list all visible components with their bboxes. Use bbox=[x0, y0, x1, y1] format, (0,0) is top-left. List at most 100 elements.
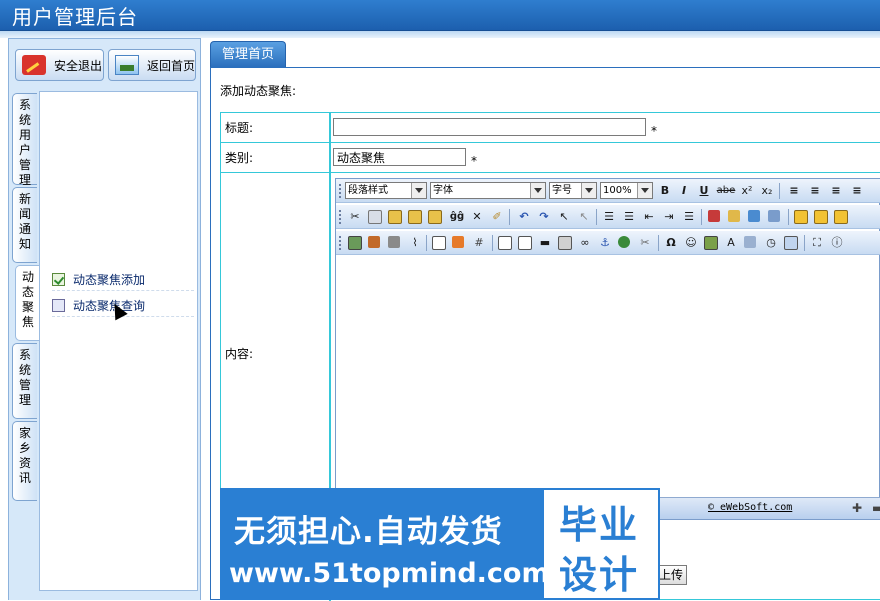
collapse-icon[interactable]: ▬ bbox=[872, 502, 880, 514]
home-button[interactable]: 返回首页 bbox=[108, 49, 196, 81]
tab-label: 系统管理 bbox=[18, 348, 31, 407]
align-left-icon[interactable]: ≡ bbox=[787, 183, 801, 198]
tab-dynamic-focus[interactable]: 动态聚焦 bbox=[15, 265, 40, 341]
paste-icon[interactable] bbox=[388, 210, 402, 224]
superscript-icon[interactable]: x² bbox=[740, 183, 754, 198]
toolbar-separator bbox=[804, 235, 805, 251]
logout-label: 安全退出 bbox=[54, 58, 103, 73]
rich-text-editor: 段落样式 字体 字号 100% B I U abe x² x₂ ≡ ≡ ≡ ≡ … bbox=[335, 178, 880, 520]
zoom-value: 100% bbox=[603, 185, 632, 196]
undo-icon[interactable]: ↶ bbox=[517, 209, 531, 224]
textbox-icon[interactable] bbox=[558, 236, 572, 250]
attachment-icon[interactable]: ⌇ bbox=[408, 235, 422, 250]
underline-icon[interactable]: U bbox=[697, 183, 711, 198]
cut-icon[interactable]: ✂ bbox=[348, 209, 362, 224]
add-icon bbox=[52, 272, 65, 286]
fullscreen-icon[interactable]: ⛶ bbox=[810, 235, 824, 250]
tab-admin-home[interactable]: 管理首页 bbox=[210, 41, 286, 67]
screenshot-icon[interactable] bbox=[784, 236, 798, 250]
tab-hometown-news[interactable]: 家乡资讯 bbox=[12, 421, 37, 501]
toolbar-separator bbox=[492, 235, 493, 251]
indent-icon[interactable]: ⇥ bbox=[662, 209, 676, 224]
zoom-select[interactable]: 100% bbox=[600, 182, 653, 199]
link-icon[interactable]: ∞ bbox=[578, 235, 592, 250]
border-icon[interactable] bbox=[768, 210, 780, 222]
content-label: 内容: bbox=[225, 346, 254, 361]
title-input[interactable] bbox=[333, 118, 646, 136]
badge-line: 设计 bbox=[559, 553, 640, 597]
logout-icon bbox=[22, 55, 46, 75]
art-text-icon[interactable]: A bbox=[724, 235, 738, 250]
image-icon[interactable] bbox=[348, 236, 362, 250]
subscript-icon[interactable]: x₂ bbox=[760, 183, 774, 198]
select-icon[interactable]: ↖ bbox=[557, 209, 571, 224]
highlight-icon[interactable] bbox=[728, 210, 740, 222]
chevron-down-icon bbox=[581, 183, 596, 198]
table-insert-icon[interactable] bbox=[432, 236, 446, 250]
paragraph-icon[interactable]: ☰ bbox=[682, 209, 696, 224]
font-size-select[interactable]: 字号 bbox=[549, 182, 597, 199]
text-color-icon[interactable] bbox=[708, 210, 720, 222]
tab-label: 系统用户管理 bbox=[18, 98, 31, 187]
italic-icon[interactable]: I bbox=[677, 183, 691, 198]
tab-label: 新闻通知 bbox=[18, 192, 31, 251]
align-justify-icon[interactable]: ≡ bbox=[850, 183, 864, 198]
required-mark: * bbox=[651, 124, 657, 138]
paragraph-style-select[interactable]: 段落样式 bbox=[345, 182, 427, 199]
toolbar-separator bbox=[788, 209, 789, 225]
tab-system-users[interactable]: 系统用户管理 bbox=[12, 93, 37, 187]
delete-icon[interactable]: ✕ bbox=[470, 209, 484, 224]
expand-icon[interactable]: ✚ bbox=[852, 502, 864, 514]
special-char-icon[interactable]: Ω bbox=[664, 235, 678, 250]
font-select[interactable]: 字体 bbox=[430, 182, 546, 199]
hyperlink-icon[interactable] bbox=[618, 236, 630, 248]
align-center-icon[interactable]: ≡ bbox=[808, 183, 822, 198]
font-value: 字体 bbox=[433, 185, 453, 196]
emoticon-icon[interactable]: ☺ bbox=[684, 235, 698, 250]
select-all-icon[interactable]: ↖ bbox=[577, 209, 591, 224]
tab-system-management[interactable]: 系统管理 bbox=[12, 343, 37, 419]
tab-news[interactable]: 新闻通知 bbox=[12, 187, 37, 263]
date-icon[interactable] bbox=[744, 236, 756, 248]
row-divider bbox=[331, 142, 880, 143]
paste-word-icon[interactable] bbox=[428, 210, 442, 224]
excel-icon[interactable] bbox=[704, 236, 718, 250]
toolbar-separator bbox=[779, 183, 780, 199]
row-divider bbox=[331, 172, 880, 173]
frame-icon[interactable] bbox=[498, 236, 512, 250]
bold-icon[interactable]: B bbox=[658, 183, 672, 198]
paste-text-icon[interactable] bbox=[408, 210, 422, 224]
align-right-icon[interactable]: ≡ bbox=[829, 183, 843, 198]
anchor-icon[interactable]: ⚓ bbox=[598, 235, 612, 250]
table-props-icon[interactable] bbox=[452, 236, 464, 248]
ordered-list-icon[interactable]: ☰ bbox=[602, 209, 616, 224]
toolbar-separator bbox=[701, 209, 702, 225]
category-input[interactable] bbox=[333, 148, 466, 166]
find-icon[interactable]: ĝĝ bbox=[448, 209, 466, 224]
about-icon[interactable]: ⓘ bbox=[830, 235, 844, 250]
time-icon[interactable]: ◷ bbox=[764, 235, 778, 250]
bg-color-icon[interactable] bbox=[748, 210, 760, 222]
redo-icon[interactable]: ↷ bbox=[537, 209, 551, 224]
badge-line: 毕业 bbox=[559, 503, 640, 547]
logout-button[interactable]: 安全退出 bbox=[15, 49, 104, 81]
form-icon[interactable] bbox=[518, 236, 532, 250]
category-label: 类别: bbox=[221, 143, 331, 173]
media-icon[interactable] bbox=[388, 236, 400, 248]
copy-icon[interactable] bbox=[368, 210, 382, 224]
unlink-icon[interactable]: ✂ bbox=[638, 235, 652, 250]
layer-front-icon[interactable] bbox=[814, 210, 828, 224]
menu-item-add-focus[interactable]: 动态聚焦添加 bbox=[52, 268, 194, 291]
format-brush-icon[interactable]: ✐ bbox=[490, 209, 504, 224]
page-title: 添加动态聚焦: bbox=[220, 84, 297, 98]
menu-item-label: 动态聚焦查询 bbox=[73, 298, 146, 313]
watermark-banner: 无须担心.自动发货 www.51topmind.com 毕业 设计 bbox=[220, 488, 660, 600]
layer-back-icon[interactable] bbox=[834, 210, 848, 224]
outdent-icon[interactable]: ⇤ bbox=[642, 209, 656, 224]
layer-icon[interactable] bbox=[794, 210, 808, 224]
grid-icon[interactable]: # bbox=[472, 235, 486, 250]
bullet-list-icon[interactable]: ☰ bbox=[622, 209, 636, 224]
hr-icon[interactable]: ▬ bbox=[538, 235, 552, 250]
strikethrough-icon[interactable]: abe bbox=[716, 183, 736, 198]
flash-icon[interactable] bbox=[368, 236, 380, 248]
